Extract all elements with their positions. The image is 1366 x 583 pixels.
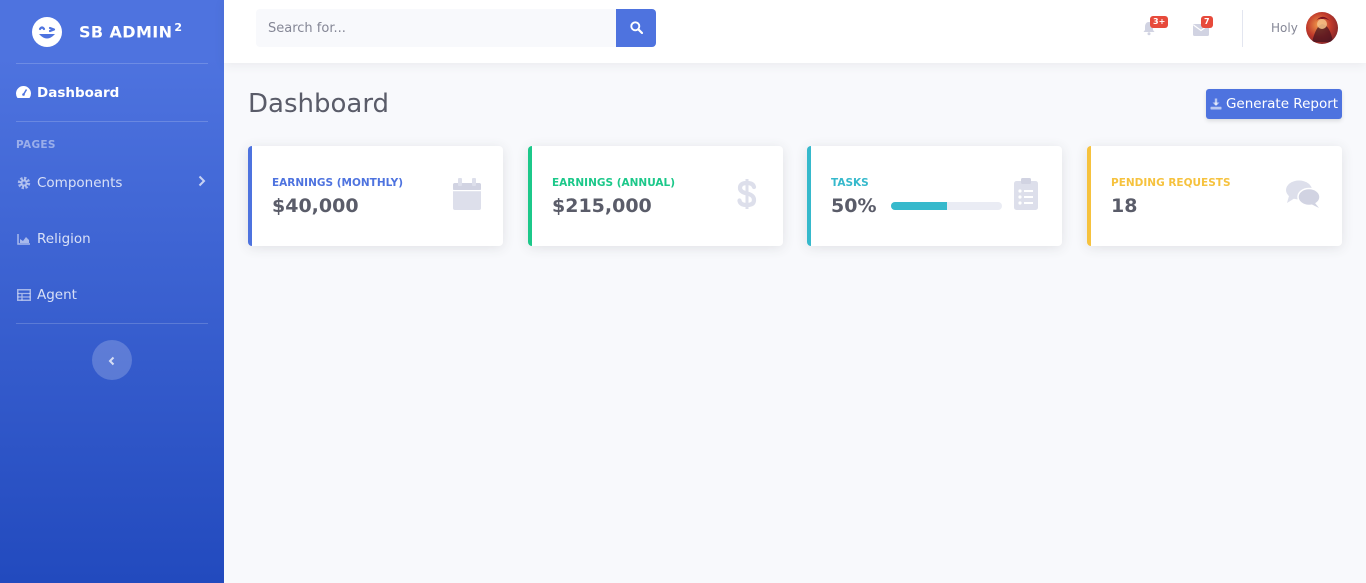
messages-badge: 7 (1201, 16, 1213, 28)
tasks-progress-bar (891, 202, 1002, 210)
table-icon (16, 288, 31, 303)
sidebar: SB ADMIN 2 Dashboard PAGES Components Rel… (0, 0, 224, 583)
brand-link[interactable]: SB ADMIN 2 (0, 0, 224, 63)
dollar-icon (731, 178, 763, 210)
card-value: 50% (831, 195, 877, 217)
sidebar-divider (16, 323, 208, 324)
page-title: Dashboard (248, 89, 390, 119)
download-icon (1210, 98, 1222, 110)
card-earnings-monthly: Earnings (Monthly) $40,000 (248, 146, 503, 246)
user-name[interactable]: Holy (1271, 21, 1298, 35)
chevron-right-icon (198, 175, 206, 191)
alerts-dropdown[interactable]: 3+ (1136, 16, 1169, 43)
sidebar-item-label: Components (37, 175, 123, 191)
laugh-wink-icon (31, 16, 63, 48)
brand-name: SB ADMIN (79, 22, 173, 42)
topbar-divider (1242, 10, 1243, 47)
sidebar-item-agent[interactable]: Agent (0, 267, 224, 323)
search-icon (629, 19, 643, 38)
card-label: Earnings (Annual) (552, 177, 676, 189)
avatar[interactable] (1306, 12, 1338, 44)
messages-dropdown[interactable]: 7 (1188, 16, 1214, 43)
sidebar-heading: PAGES (16, 139, 56, 151)
sidebar-item-religion[interactable]: Religion (0, 211, 224, 267)
search-button[interactable] (616, 9, 656, 47)
search-input[interactable] (256, 9, 616, 47)
card-label: Pending Requests (1111, 177, 1231, 189)
comments-icon (1284, 178, 1322, 210)
sidebar-toggle-button[interactable] (92, 340, 132, 380)
card-pending-requests: Pending Requests 18 (1087, 146, 1342, 246)
sidebar-item-label: Religion (37, 231, 91, 247)
card-earnings-annual: Earnings (Annual) $215,000 (528, 146, 783, 246)
clipboard-list-icon (1010, 178, 1042, 210)
card-tasks: Tasks 50% (807, 146, 1062, 246)
tachometer-icon (16, 85, 31, 100)
generate-report-button[interactable]: Generate Report (1206, 89, 1342, 119)
chevron-left-icon (108, 351, 116, 370)
sidebar-item-label: Agent (37, 287, 77, 303)
topbar: 3+ 7 Holy (224, 0, 1366, 63)
card-value: $40,000 (272, 195, 359, 217)
area-chart-icon (16, 232, 31, 247)
sidebar-item-label: Dashboard (37, 84, 120, 101)
sidebar-item-dashboard[interactable]: Dashboard (0, 64, 224, 121)
search-form (256, 9, 656, 47)
card-label: Tasks (831, 177, 869, 189)
brand-sup: 2 (174, 21, 183, 35)
card-label: Earnings (Monthly) (272, 177, 404, 189)
alerts-badge: 3+ (1150, 16, 1169, 28)
sidebar-item-components[interactable]: Components (0, 155, 224, 211)
generate-report-label: Generate Report (1225, 96, 1339, 112)
card-value: $215,000 (552, 195, 652, 217)
tasks-progress-fill (891, 202, 947, 210)
gear-icon (16, 176, 31, 191)
calendar-icon (451, 178, 483, 210)
brand-text: SB ADMIN 2 (79, 21, 182, 41)
card-value: 18 (1111, 195, 1138, 217)
